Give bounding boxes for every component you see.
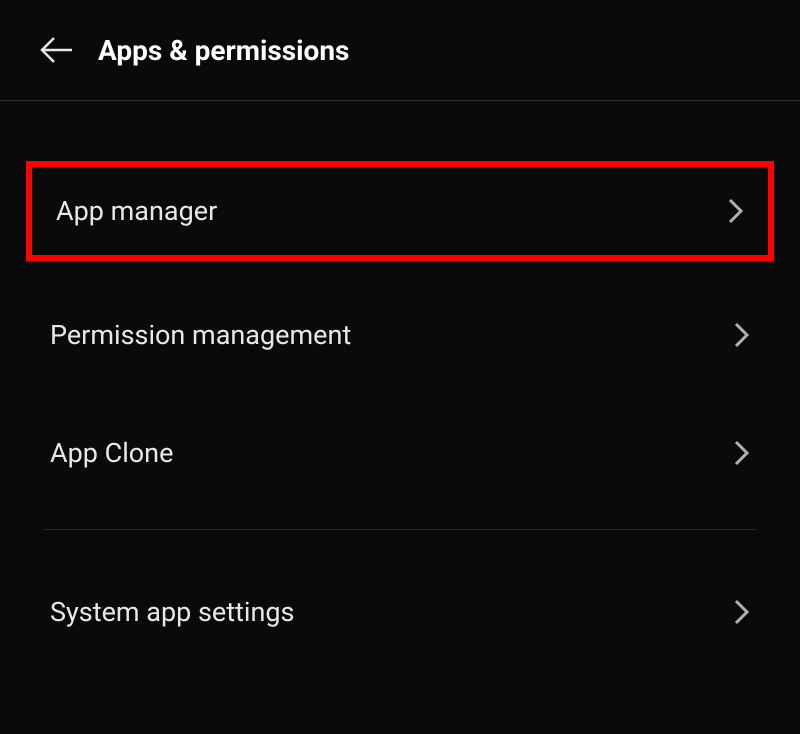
chevron-right-icon xyxy=(734,598,750,626)
menu-item-system-app-settings[interactable]: System app settings xyxy=(0,568,800,656)
menu-item-app-clone[interactable]: App Clone xyxy=(0,409,800,497)
back-arrow-icon[interactable] xyxy=(36,30,76,70)
menu-item-label: Permission management xyxy=(50,319,351,351)
page-title: Apps & permissions xyxy=(98,34,349,67)
section-divider xyxy=(44,529,756,530)
chevron-right-icon xyxy=(728,197,744,225)
chevron-right-icon xyxy=(734,439,750,467)
menu-content: App manager Permission management App Cl… xyxy=(0,101,800,656)
menu-item-app-manager[interactable]: App manager xyxy=(26,161,774,261)
menu-item-label: System app settings xyxy=(50,596,294,628)
menu-item-label: App Clone xyxy=(50,437,173,469)
menu-item-permission-management[interactable]: Permission management xyxy=(0,291,800,379)
menu-item-label: App manager xyxy=(56,195,217,227)
chevron-right-icon xyxy=(734,321,750,349)
header-bar: Apps & permissions xyxy=(0,0,800,101)
